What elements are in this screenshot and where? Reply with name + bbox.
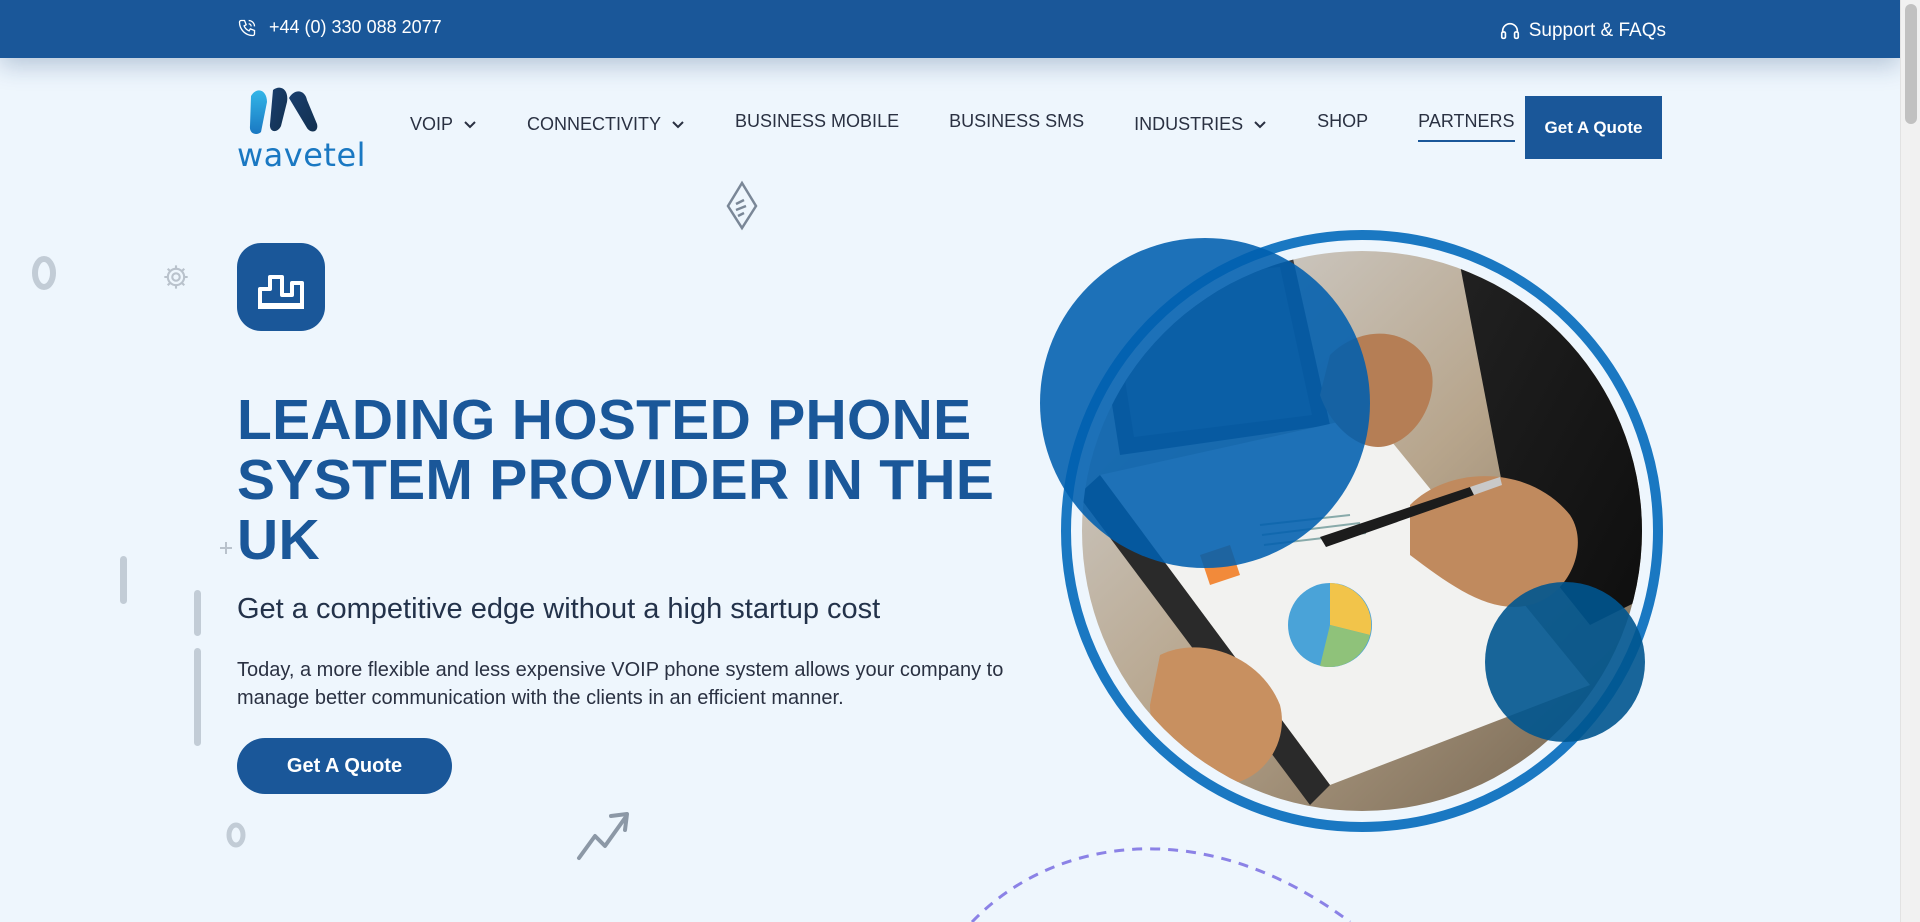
phone-icon [237, 18, 257, 38]
chevron-down-icon [672, 120, 684, 128]
chevron-down-icon [1254, 120, 1266, 128]
chevron-down-icon [464, 120, 476, 128]
nav-item-label: BUSINESS MOBILE [735, 111, 900, 131]
document-pen-icon [726, 180, 758, 231]
plus-shape-icon [220, 542, 232, 554]
nav-item-label: BUSINESS SMS [949, 111, 1085, 131]
nav-item-label: CONNECTIVITY [527, 114, 662, 134]
wave-logo-icon [249, 87, 318, 134]
nav-item-shop[interactable]: SHOP [1317, 111, 1368, 132]
main-nav: VOIP CONNECTIVITY BUSINESS MOBILE BUSINE… [410, 111, 1565, 142]
decor-dash [194, 648, 201, 746]
scrollbar-thumb[interactable] [1905, 4, 1917, 124]
page-scrollbar[interactable] [1900, 0, 1920, 922]
logo-wordmark: wavetel [237, 136, 367, 174]
decor-dash [120, 556, 127, 604]
phone-number: +44 (0) 330 088 2077 [269, 17, 442, 37]
hero-description: Today, a more flexible and less expensiv… [237, 659, 1004, 709]
nav-item-label: INDUSTRIES [1134, 114, 1244, 134]
support-link[interactable]: Support & FAQs [1499, 20, 1666, 42]
decor-dash [194, 590, 201, 636]
nav-item-industries[interactable]: INDUSTRIES [1134, 114, 1267, 135]
nav-item-connectivity[interactable]: CONNECTIVITY [527, 114, 685, 135]
hero-get-quote-button[interactable]: Get A Quote [237, 738, 452, 794]
header-get-quote-button[interactable]: Get A Quote [1525, 96, 1662, 159]
nav-item-voip[interactable]: VOIP [410, 114, 477, 135]
top-bar: +44 (0) 330 088 2077 Support & FAQs [0, 0, 1900, 58]
support-label: Support & FAQs [1528, 20, 1666, 41]
hero-title: LEADING HOSTED PHONE SYSTEM PROVIDER IN … [237, 388, 995, 572]
nav-item-business-mobile[interactable]: BUSINESS MOBILE [735, 111, 899, 132]
nav-item-business-sms[interactable]: BUSINESS SMS [949, 111, 1084, 132]
headset-icon [1499, 20, 1521, 42]
ring-shape-icon [32, 256, 56, 290]
hero-image [1030, 225, 1670, 845]
phone-link[interactable]: +44 (0) 330 088 2077 [237, 17, 442, 38]
nav-item-partners[interactable]: PARTNERS [1418, 111, 1515, 142]
nav-item-label: VOIP [410, 114, 454, 134]
trend-up-icon [577, 812, 629, 860]
nav-item-label: PARTNERS [1418, 111, 1515, 131]
hero-bar-chart-badge [237, 243, 325, 331]
hero-subtitle: Get a competitive edge without a high st… [237, 593, 881, 625]
ring-shape-icon [226, 822, 246, 848]
bar-chart-icon [258, 275, 304, 309]
gear-icon [164, 265, 188, 289]
brand-logo[interactable]: wavetel [237, 80, 366, 174]
nav-item-label: SHOP [1317, 111, 1369, 131]
